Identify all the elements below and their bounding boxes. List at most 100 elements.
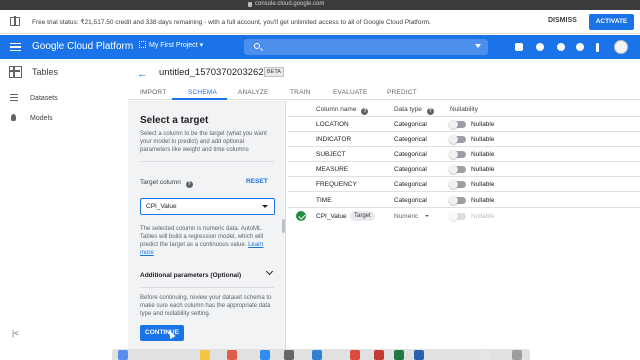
notifications-icon[interactable] [576,43,584,51]
project-selector[interactable]: My First Project ▾ [139,41,203,49]
trial-status-text: Free trial status: ₹21,517.50 credit and… [32,19,431,26]
beta-badge: BETA [264,67,284,77]
collapse-sidebar-icon[interactable]: |< [12,329,19,338]
nullable-label: Nullable [471,213,495,220]
data-type-select[interactable]: Numeric [394,213,418,220]
column-header-text: Data type [394,106,422,113]
list-icon [10,94,18,101]
divider [140,287,274,288]
project-name: My First Project [149,42,198,49]
vscode-icon[interactable] [312,350,322,360]
table-row: LOCATION Categorical Nullable [288,117,640,132]
app-store-icon[interactable] [260,350,270,360]
target-column-label: Target column? [140,179,193,188]
table-row: MEASURE Categorical Nullable [288,162,640,177]
data-type-select[interactable]: Categorical [394,166,427,173]
chevron-down-icon[interactable] [475,44,481,48]
target-column-value: CPI_Value [146,203,177,210]
avatar[interactable] [614,40,628,54]
browser-url[interactable]: console.cloud.google.com [255,1,324,7]
help-icon[interactable]: ? [185,181,193,188]
safari-icon[interactable] [284,350,294,360]
finder-icon[interactable] [118,350,128,360]
back-arrow-icon[interactable]: ← [137,68,148,80]
search-icon [254,43,260,49]
target-column-select[interactable]: CPI_Value [140,198,275,215]
more-vert-icon[interactable] [596,43,599,52]
dataset-title: untitled_1570370203262 [159,67,264,78]
tab-predict[interactable]: PREDICT [387,89,417,96]
panel-scrollbar[interactable] [282,219,285,233]
browser-title-bar: console.cloud.google.com [0,0,640,10]
sidebar-item-models[interactable]: Models [10,114,53,122]
data-type-select[interactable]: Categorical [394,197,427,204]
notes-icon[interactable] [200,350,210,360]
tab-analyze[interactable]: ANALYZE [238,89,269,96]
gcp-header: Google Cloud Platform My First Project ▾ [0,35,640,59]
data-type-select[interactable]: Categorical [394,151,427,158]
nullable-toggle[interactable] [449,134,466,144]
additional-parameters-header[interactable]: Additional parameters (Optional) [140,272,241,279]
review-note: Before continuing, review your dataset s… [140,295,272,317]
nullable-label: Nullable [471,136,495,143]
check-circle-icon [296,211,306,221]
table-row-target: CPI_Value Target Numeric Nullable [288,209,640,224]
dismiss-button[interactable]: DISMISS [548,17,577,24]
word-icon[interactable] [414,350,424,360]
lightbulb-icon [11,114,16,121]
divider [140,161,274,162]
data-type-select[interactable]: Categorical [394,181,427,188]
trash-icon[interactable] [512,350,522,360]
chrome-icon[interactable] [350,350,360,360]
nullable-toggle[interactable] [449,119,466,129]
nullable-toggle[interactable] [449,164,466,174]
menu-icon[interactable] [10,43,21,51]
target-column-text: Target column [140,179,181,186]
tab-schema[interactable]: SCHEMA [188,89,217,96]
help-icon[interactable] [557,43,565,51]
nullable-toggle[interactable] [449,195,466,205]
nullable-toggle[interactable] [449,211,466,221]
gcp-title[interactable]: Google Cloud Platform [32,41,133,52]
activate-button[interactable]: ACTIVATE [589,14,634,30]
help-icon[interactable]: ? [426,108,434,115]
nullable-label: Nullable [471,151,495,158]
nullable-toggle[interactable] [449,179,466,189]
table-row: FREQUENCY Categorical Nullable [288,177,640,192]
continue-button[interactable]: CONTINUE [140,325,184,341]
powerpoint-icon[interactable] [374,350,384,360]
table-row: TIME Categorical Nullable [288,193,640,208]
tab-train[interactable]: TRAIN [290,89,311,96]
nullable-label: Nullable [471,121,495,128]
column-header-name: Column name? [316,106,369,115]
search-input[interactable] [244,39,488,55]
expand-chevron-icon[interactable] [265,267,274,276]
column-name: INDICATOR [316,136,352,143]
nullable-label: Nullable [471,166,495,173]
chevron-down-icon [425,215,429,217]
sidebar-title: Tables [32,67,59,77]
column-header-type: Data type? [394,106,434,115]
numeric-note-text: The selected column is numeric data. Aut… [140,226,264,248]
excel-icon[interactable] [394,350,404,360]
cloud-shell-icon[interactable] [515,43,523,51]
tab-evaluate[interactable]: EVALUATE [333,89,368,96]
column-name: CPI_Value [316,213,347,220]
free-trial-banner: Free trial status: ₹21,517.50 credit and… [0,10,640,34]
photos-icon[interactable] [227,350,237,360]
active-tab-indicator [172,98,227,100]
nullable-toggle[interactable] [449,149,466,159]
sidebar-item-datasets[interactable]: Datasets [10,94,58,102]
data-type-select[interactable]: Categorical [394,121,427,128]
column-name: MEASURE [316,166,349,173]
column-name: LOCATION [316,121,349,128]
column-header-nullability: Nullability [450,106,478,113]
table-header-row: Column name? Data type? Nullability [288,101,640,117]
reset-button[interactable]: RESET [246,178,268,185]
tab-import[interactable]: IMPORT [140,89,166,96]
help-icon[interactable]: ? [361,108,369,115]
support-icon[interactable] [536,43,544,51]
document-icon[interactable] [480,350,490,360]
lock-icon [248,2,252,7]
data-type-select[interactable]: Categorical [394,136,427,143]
